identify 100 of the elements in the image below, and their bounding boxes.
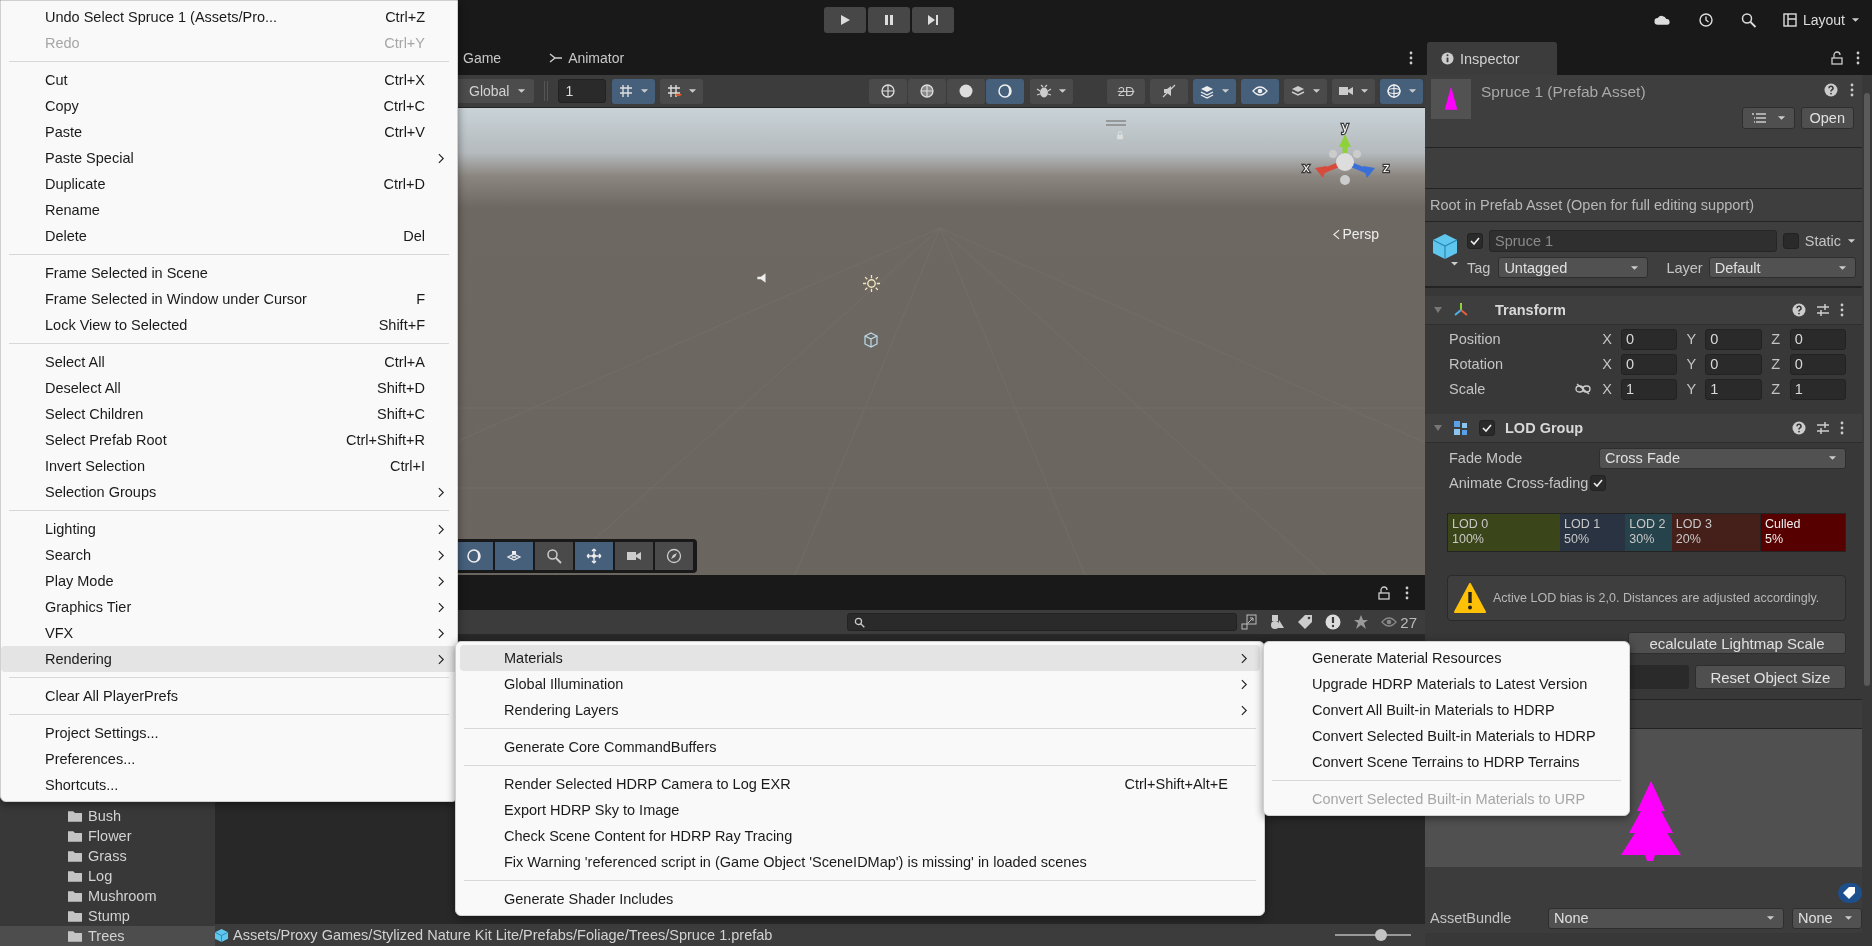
shapes-icon[interactable] xyxy=(1269,614,1286,630)
debug-button[interactable] xyxy=(1030,78,1073,104)
audio-toggle[interactable] xyxy=(1150,78,1188,104)
camera-button[interactable] xyxy=(615,542,653,570)
folder-item[interactable]: Mushroom xyxy=(0,886,215,906)
menu-item[interactable]: Undo Select Spruce 1 (Assets/Pro... Ctrl+Z xyxy=(1,4,457,30)
2d-toggle[interactable]: 2D xyxy=(1107,78,1145,104)
more-icon[interactable] xyxy=(1840,303,1844,317)
lod-segment[interactable]: LOD 0 100% xyxy=(1448,514,1561,551)
zoom-slider[interactable] xyxy=(1335,929,1411,941)
menu-item[interactable]: Shortcuts... xyxy=(1,772,457,798)
help-icon[interactable] xyxy=(1792,421,1806,435)
menu-item[interactable]: Duplicate Ctrl+D xyxy=(1,171,457,197)
lod-segment[interactable]: Culled 5% xyxy=(1760,514,1845,551)
grid-size-field[interactable]: 1 xyxy=(558,79,607,103)
menu-item[interactable]: Lighting xyxy=(1,516,457,542)
menu-item[interactable]: Selection Groups xyxy=(1,479,457,505)
input-field[interactable] xyxy=(1628,665,1689,689)
open-window-icon[interactable] xyxy=(1241,614,1258,630)
value-field[interactable]: 1 xyxy=(1705,378,1762,400)
tag-icon[interactable] xyxy=(1297,614,1314,630)
pause-button[interactable] xyxy=(867,7,910,33)
menu-item[interactable]: Search xyxy=(1,542,457,568)
folder-item[interactable]: Trees xyxy=(0,926,215,946)
layers-button[interactable] xyxy=(1284,78,1327,104)
step-button[interactable] xyxy=(911,7,954,33)
panel-tab[interactable]: Animator xyxy=(541,49,625,66)
star-icon[interactable] xyxy=(1353,614,1370,630)
search-button[interactable] xyxy=(535,542,573,570)
menu-item[interactable]: Generate Core CommandBuffers xyxy=(460,734,1260,760)
menu-item[interactable]: Materials xyxy=(460,645,1260,671)
slider-thumb[interactable] xyxy=(1374,929,1387,941)
shaded-button[interactable] xyxy=(947,78,985,104)
more-icon[interactable] xyxy=(1840,421,1844,435)
help-icon[interactable] xyxy=(1824,83,1838,97)
gizmos-button[interactable] xyxy=(1380,78,1423,104)
folder-item[interactable]: Grass xyxy=(0,846,215,866)
enabled-checkbox[interactable] xyxy=(1479,420,1495,436)
active-checkbox[interactable] xyxy=(1467,233,1483,249)
folder-item[interactable]: Flower xyxy=(0,826,215,846)
cube-icon[interactable] xyxy=(863,332,879,348)
variant-dropdown[interactable]: None xyxy=(1792,907,1862,929)
overrides-dropdown[interactable] xyxy=(1741,107,1795,129)
menu-item[interactable]: Copy Ctrl+C xyxy=(1,93,457,119)
menu-item[interactable]: Cut Ctrl+X xyxy=(1,67,457,93)
folder-item[interactable]: Stump xyxy=(0,906,215,926)
camera-button[interactable] xyxy=(1332,78,1375,104)
value-field[interactable]: 0 xyxy=(1789,353,1846,375)
projection-label[interactable]: Persp xyxy=(1333,226,1379,242)
menu-item[interactable]: Export HDRP Sky to Image xyxy=(460,797,1260,823)
more-icon[interactable] xyxy=(1856,50,1860,65)
menu-item[interactable]: Select All Ctrl+A xyxy=(1,349,457,375)
folder-item[interactable]: Bush xyxy=(0,806,215,826)
menu-item[interactable]: Frame Selected in Window under Cursor F xyxy=(1,286,457,312)
effects-button[interactable] xyxy=(1193,78,1236,104)
shaded-wireframe-button[interactable] xyxy=(908,78,946,104)
lod-segment[interactable]: LOD 1 50% xyxy=(1560,514,1626,551)
menu-item[interactable]: Select Children Shift+C xyxy=(1,401,457,427)
scene-viewport[interactable]: y x z Persp xyxy=(455,108,1425,575)
sliders-icon[interactable] xyxy=(1816,303,1830,317)
scrollbar[interactable] xyxy=(1864,93,1870,686)
folder-item[interactable]: Log xyxy=(0,866,215,886)
play-button[interactable] xyxy=(823,7,866,33)
asset-bundle-dropdown[interactable]: None xyxy=(1548,907,1784,929)
unlit-button[interactable] xyxy=(986,78,1024,104)
grid-button[interactable] xyxy=(612,78,656,104)
menu-item[interactable]: Graphics Tier xyxy=(1,594,457,620)
hidden-count[interactable]: 27 xyxy=(1381,613,1417,631)
value-field[interactable]: 0 xyxy=(1621,328,1678,350)
inspector-tab[interactable]: Inspector xyxy=(1427,42,1557,75)
sun-icon[interactable] xyxy=(863,275,880,292)
move-button[interactable] xyxy=(575,542,613,570)
value-field[interactable]: 0 xyxy=(1621,353,1678,375)
menu-item[interactable]: Rendering Layers xyxy=(460,697,1260,723)
wireframe-button[interactable] xyxy=(869,78,907,104)
menu-item[interactable]: Select Prefab Root Ctrl+Shift+R xyxy=(1,427,457,453)
fade-mode-dropdown[interactable]: Cross Fade xyxy=(1599,447,1846,469)
menu-item[interactable]: Clear All PlayerPrefs xyxy=(1,683,457,709)
tile-button[interactable] xyxy=(495,542,533,570)
menu-item[interactable]: Upgrade HDRP Materials to Latest Version xyxy=(1268,671,1625,697)
value-field[interactable]: 1 xyxy=(1621,378,1678,400)
animate-checkbox[interactable] xyxy=(1590,475,1607,491)
warning-icon[interactable] xyxy=(1325,614,1342,630)
menu-item[interactable]: Generate Shader Includes xyxy=(460,886,1260,912)
menu-item[interactable]: Rename xyxy=(1,197,457,223)
layout-dropdown[interactable]: Layout xyxy=(1782,12,1860,28)
sliders-icon[interactable] xyxy=(1816,421,1830,435)
search-field[interactable] xyxy=(847,613,1238,631)
menu-item[interactable]: Deselect All Shift+D xyxy=(1,375,457,401)
static-checkbox[interactable] xyxy=(1782,233,1799,249)
unlinked-chain-icon[interactable] xyxy=(1575,383,1591,395)
menu-item[interactable]: Play Mode xyxy=(1,568,457,594)
name-field[interactable]: Spruce 1 xyxy=(1489,230,1777,252)
value-field[interactable]: 0 xyxy=(1705,328,1762,350)
value-field[interactable]: 0 xyxy=(1789,328,1846,350)
more-icon[interactable] xyxy=(1405,585,1409,600)
menu-item[interactable]: Convert Scene Terrains to HDRP Terrains xyxy=(1268,749,1625,775)
menu-item[interactable]: Convert All Built-in Materials to HDRP xyxy=(1268,697,1625,723)
menu-item[interactable]: Check Scene Content for HDRP Ray Tracing xyxy=(460,823,1260,849)
menu-item[interactable]: Rendering xyxy=(1,646,457,672)
